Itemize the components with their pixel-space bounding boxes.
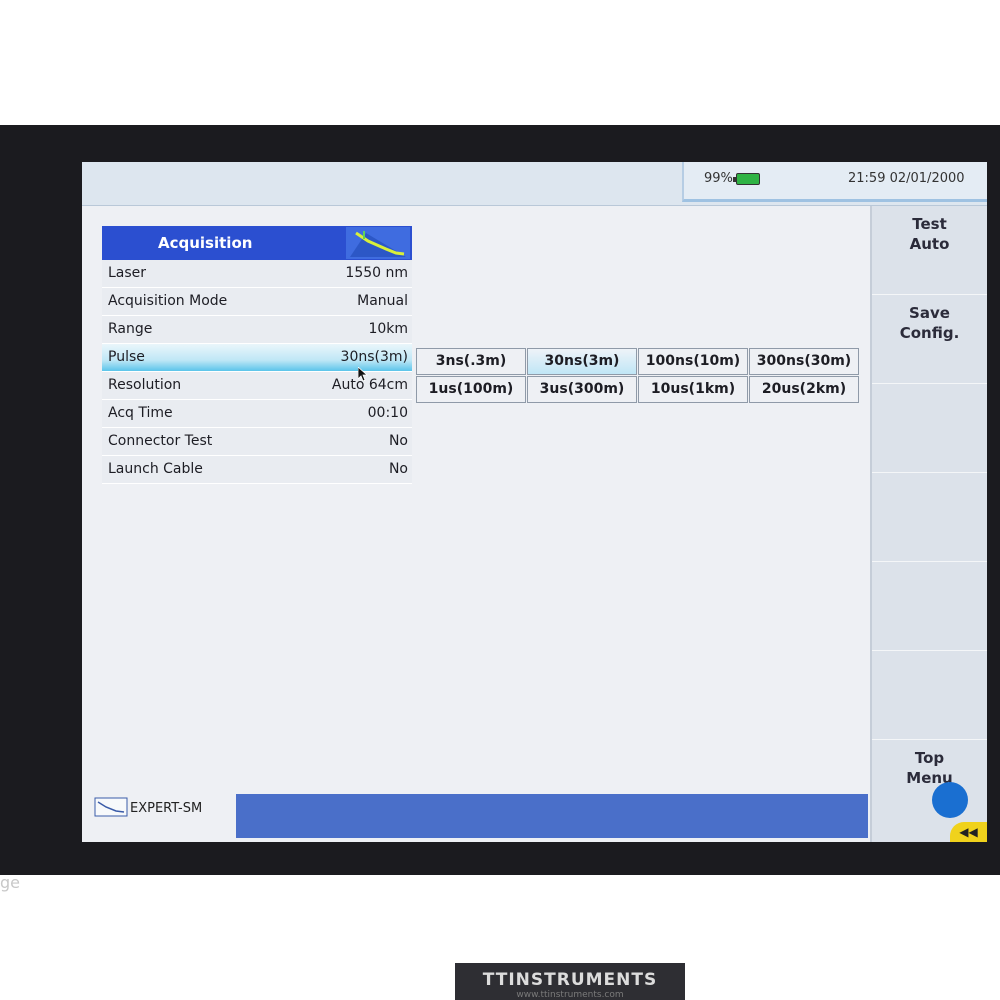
mouse-cursor-icon [358, 367, 368, 381]
param-label: Connector Test [108, 433, 213, 449]
status-bar: 99% 21:59 02/01/2000 [82, 162, 987, 206]
param-label: Acquisition Mode [108, 293, 228, 309]
battery-percent: 99% [704, 171, 733, 186]
save-config-label: Save Config. [899, 304, 960, 342]
test-auto-label: Test Auto [909, 215, 950, 253]
pulse-option[interactable]: 3us(300m) [527, 376, 637, 403]
battery-icon [733, 173, 760, 185]
softkey-bar: Test Auto Save Config. Top Menu [870, 206, 987, 842]
top-menu-button[interactable]: Top Menu [872, 740, 987, 829]
softkey-5[interactable] [872, 562, 987, 651]
param-row-laser[interactable]: Laser 1550 nm [102, 260, 412, 288]
pulse-option[interactable]: 30ns(3m) [527, 348, 637, 375]
softkey-6[interactable] [872, 651, 987, 740]
param-value: Manual [357, 293, 408, 309]
param-row-range[interactable]: Range 10km [102, 316, 412, 344]
param-row-connector-test[interactable]: Connector Test No [102, 428, 412, 456]
pulse-option[interactable]: 100ns(10m) [638, 348, 748, 375]
param-label: Laser [108, 265, 147, 281]
param-label: Launch Cable [108, 461, 203, 477]
param-label: Acq Time [108, 405, 173, 421]
trace-graph-icon [346, 227, 410, 259]
acquisition-panel: Acquisition Laser 1550 nm Acquisition Mode… [102, 226, 412, 484]
mode-tab[interactable]: EXPERT-SM [82, 794, 236, 826]
param-value: 30ns(3m) [340, 349, 408, 365]
brand-strip: TTINSTRUMENTS www.ttinstruments.com [455, 963, 685, 1000]
footer-bar [236, 794, 868, 838]
test-auto-button[interactable]: Test Auto [872, 206, 987, 295]
pulse-option[interactable]: 300ns(30m) [749, 348, 859, 375]
param-value: No [388, 433, 408, 449]
floating-action-button[interactable] [932, 782, 968, 818]
param-value: 10km [368, 321, 408, 337]
param-value: 1550 nm [345, 265, 408, 281]
mode-label: EXPERT-SM [130, 801, 203, 816]
back-icon[interactable]: ◀◀ [950, 822, 987, 842]
clock: 21:59 02/01/2000 [848, 171, 965, 186]
param-value: 00:10 [367, 405, 408, 421]
softkey-3[interactable] [872, 384, 987, 473]
param-label: Resolution [108, 377, 182, 393]
pulse-option[interactable]: 1us(100m) [416, 376, 526, 403]
pulse-option[interactable]: 20us(2km) [749, 376, 859, 403]
partial-side-text: ge [0, 873, 20, 892]
param-value: Auto 64cm [331, 377, 408, 393]
pulse-option[interactable]: 10us(1km) [638, 376, 748, 403]
acquisition-title: Acquisition [158, 234, 253, 252]
param-value: No [388, 461, 408, 477]
brand-logo: TTINSTRUMENTS [482, 970, 658, 990]
param-row-acquisition-mode[interactable]: Acquisition Mode Manual [102, 288, 412, 316]
bottom-bar: EXPERT-SM [82, 792, 870, 842]
param-row-launch-cable[interactable]: Launch Cable No [102, 456, 412, 484]
acquisition-header: Acquisition [102, 226, 412, 260]
param-row-acq-time[interactable]: Acq Time 00:10 [102, 400, 412, 428]
param-label: Pulse [108, 349, 145, 365]
pulse-option[interactable]: 3ns(.3m) [416, 348, 526, 375]
softkey-4[interactable] [872, 473, 987, 562]
brand-url: www.ttinstruments.com [516, 990, 624, 1000]
device-screen: 99% 21:59 02/01/2000 Acquisition Laser 15… [82, 162, 987, 842]
param-label: Range [108, 321, 153, 337]
otdr-trace-icon [94, 797, 128, 817]
save-config-button[interactable]: Save Config. [872, 295, 987, 384]
